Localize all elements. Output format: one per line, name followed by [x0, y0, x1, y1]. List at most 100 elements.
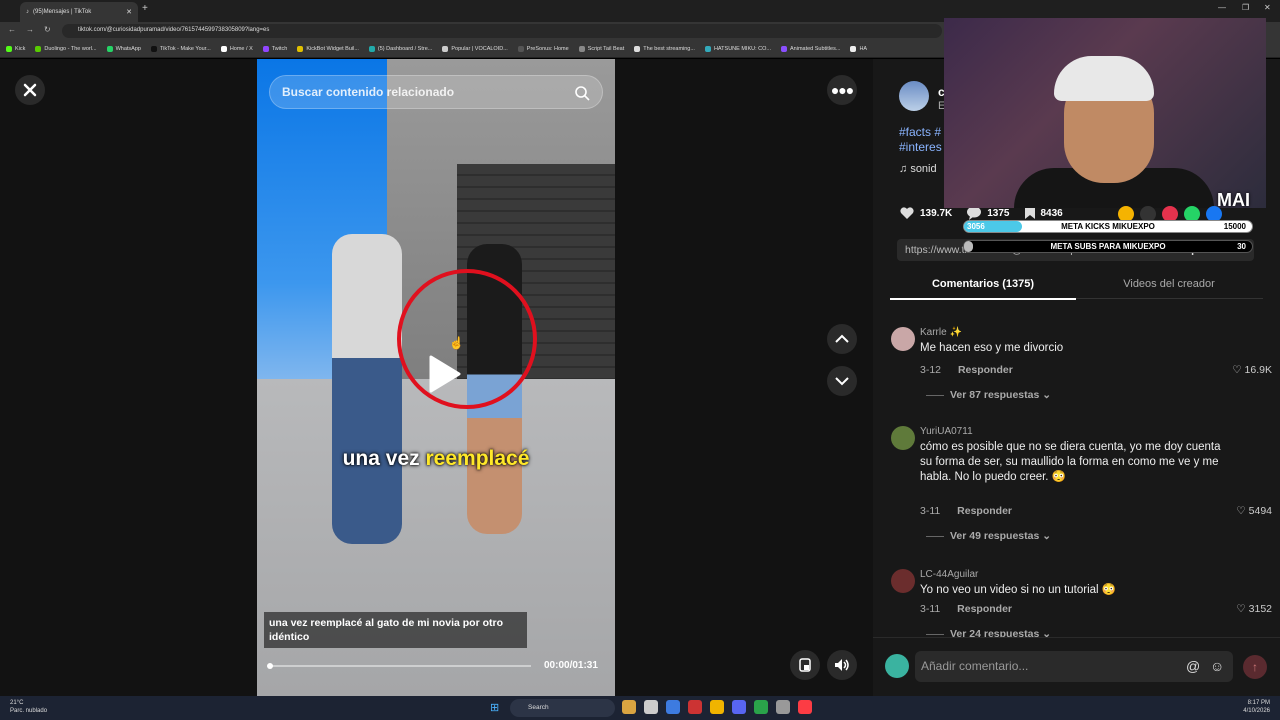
app-icon[interactable]	[622, 700, 636, 714]
weather-widget[interactable]: 21°C Parc. nublado	[10, 699, 47, 715]
tab-comments[interactable]: Comentarios (1375)	[890, 278, 1076, 300]
reply-button[interactable]: Responder	[957, 603, 1012, 615]
next-video-button[interactable]	[827, 366, 857, 396]
app-icon[interactable]	[688, 700, 702, 714]
emoji-icon[interactable]: ☺	[1210, 658, 1224, 674]
more-options-button[interactable]: ●●●	[827, 75, 857, 105]
commenter-name[interactable]: YuriUA0711	[920, 426, 973, 437]
close-tab-icon[interactable]: ✕	[126, 8, 132, 16]
commenter-avatar[interactable]	[891, 569, 915, 593]
comment-like-button[interactable]: ♡ 5494	[1236, 505, 1272, 517]
goal-target: 30	[1237, 242, 1246, 251]
view-replies-button[interactable]: Ver 24 respuestas ⌄	[926, 628, 1051, 637]
volume-button[interactable]	[827, 650, 857, 680]
bookmark-label: Script Tail Beat	[587, 45, 625, 52]
commenter-name[interactable]: Karrle ✨	[920, 327, 962, 338]
windows-taskbar: 21°C Parc. nublado ⊞ Search 8:17 PM 4/10…	[0, 696, 1280, 720]
url-field[interactable]: tiktok.com/@curiosidadpuramad/video/7615…	[62, 24, 942, 38]
goal-label: META SUBS PARA MIKUEXPO	[1050, 242, 1166, 251]
bookmark-label: Kick	[15, 45, 26, 52]
creator-avatar[interactable]	[899, 81, 929, 111]
browser-tab[interactable]: ♪ (95)Mensajes | TikTok ✕	[20, 2, 138, 22]
app-icon[interactable]	[644, 700, 658, 714]
tab-creator-videos[interactable]: Videos del creador	[1076, 278, 1262, 290]
close-icon	[23, 83, 37, 97]
video-player[interactable]: Buscar contenido relacionado ☝ una vez r…	[257, 59, 615, 696]
music-icon[interactable]	[798, 700, 812, 714]
comment-like-count: 5494	[1248, 505, 1272, 517]
save-count: 8436	[1040, 207, 1063, 219]
weather-temp: 21°C	[10, 700, 24, 706]
windows-start-icon[interactable]: ⊞	[490, 701, 499, 714]
send-comment-button[interactable]: ↑	[1243, 655, 1267, 679]
bookmark-icon	[6, 45, 12, 52]
commenter-avatar[interactable]	[891, 426, 915, 450]
comment-button[interactable]: 1375	[966, 206, 1010, 220]
back-icon[interactable]: ←	[8, 25, 16, 34]
previous-video-button[interactable]	[827, 324, 857, 354]
close-window-icon[interactable]: ✕	[1264, 3, 1271, 12]
pip-icon	[799, 658, 811, 672]
sound-link[interactable]: ♫ sonid	[899, 163, 937, 175]
comment-date: 3-11	[920, 505, 941, 517]
bookmark-item[interactable]: Twitch	[262, 45, 287, 52]
panel-tabs: Comentarios (1375) Videos del creador	[890, 273, 1263, 300]
view-replies-button[interactable]: Ver 49 respuestas ⌄	[926, 530, 1051, 542]
video-progress-bar[interactable]	[267, 663, 531, 669]
reply-button[interactable]: Responder	[958, 364, 1013, 376]
bookmark-icon	[850, 45, 857, 52]
save-button[interactable]: 8436	[1024, 206, 1063, 220]
system-clock[interactable]: 8:17 PM 4/10/2026	[1243, 699, 1270, 715]
bookmark-item[interactable]: HA	[850, 45, 867, 52]
comment-like-button[interactable]: ♡ 3152	[1236, 603, 1272, 615]
bookmark-item[interactable]: WhatsApp	[106, 45, 141, 52]
my-avatar	[885, 654, 909, 678]
taskbar-search[interactable]: Search	[510, 699, 615, 717]
chrome-icon[interactable]	[754, 700, 768, 714]
bookmark-item[interactable]: Script Tail Beat	[578, 45, 625, 52]
picture-in-picture-button[interactable]	[790, 650, 820, 680]
commenter-name[interactable]: LC-44Aguilar	[920, 569, 978, 580]
comment-meta: 3-11 Responder	[920, 505, 1012, 517]
bookmark-icon	[262, 45, 269, 52]
bookmark-icon	[704, 45, 711, 52]
view-replies-button[interactable]: Ver 87 respuestas ⌄	[926, 389, 1051, 401]
comment-like-button[interactable]: ♡ 16.9K	[1232, 364, 1272, 376]
commenter-avatar[interactable]	[891, 327, 915, 351]
mention-icon[interactable]: @	[1186, 658, 1200, 674]
forward-icon[interactable]: →	[26, 25, 34, 34]
chevron-down-icon	[835, 377, 849, 386]
reply-button[interactable]: Responder	[957, 505, 1012, 517]
discord-icon[interactable]	[732, 700, 746, 714]
bookmark-item[interactable]: Kick	[6, 45, 26, 52]
new-tab-icon[interactable]: +	[142, 3, 148, 14]
related-search-box[interactable]: Buscar contenido relacionado	[269, 75, 603, 109]
comment-list: Karrle ✨ Me hacen eso y me divorcio 3-12…	[873, 317, 1280, 637]
minimize-icon[interactable]: —	[1218, 3, 1226, 12]
mouse-cursor-icon: ☝	[449, 336, 464, 350]
folder-icon[interactable]	[710, 700, 724, 714]
app-icon[interactable]	[776, 700, 790, 714]
bookmark-item[interactable]: TikTok - Make Your...	[150, 45, 211, 52]
bookmark-item[interactable]: The best streaming...	[634, 45, 695, 52]
bookmark-item[interactable]: (5) Dashboard / Stre...	[368, 45, 432, 52]
bookmark-label: Duolingo - The worl...	[44, 45, 97, 52]
bookmark-item[interactable]: KickBot Widget Buil...	[297, 45, 359, 52]
like-button[interactable]: 139.7K	[899, 206, 952, 220]
heart-icon	[900, 207, 914, 219]
comment-text: Me hacen eso y me divorcio	[920, 342, 1064, 354]
bookmark-item[interactable]: Home / X	[220, 45, 253, 52]
maximize-icon[interactable]: ❐	[1242, 3, 1249, 12]
search-icon[interactable]	[574, 85, 590, 101]
bookmark-item[interactable]: HATSUNE MIKU: CO...	[704, 45, 771, 52]
bookmark-item[interactable]: PreSonus: Home	[517, 45, 569, 52]
bookmark-item[interactable]: Duolingo - The worl...	[35, 45, 97, 52]
bookmark-item[interactable]: Animated Subtitles...	[781, 45, 840, 52]
play-icon[interactable]	[417, 349, 467, 399]
like-count: 139.7K	[920, 207, 953, 219]
close-button[interactable]	[15, 75, 45, 105]
progress-handle[interactable]	[267, 663, 273, 669]
bookmark-item[interactable]: Popular | VOCALOID...	[442, 45, 508, 52]
reload-icon[interactable]: ↻	[44, 25, 51, 34]
app-icon[interactable]	[666, 700, 680, 714]
